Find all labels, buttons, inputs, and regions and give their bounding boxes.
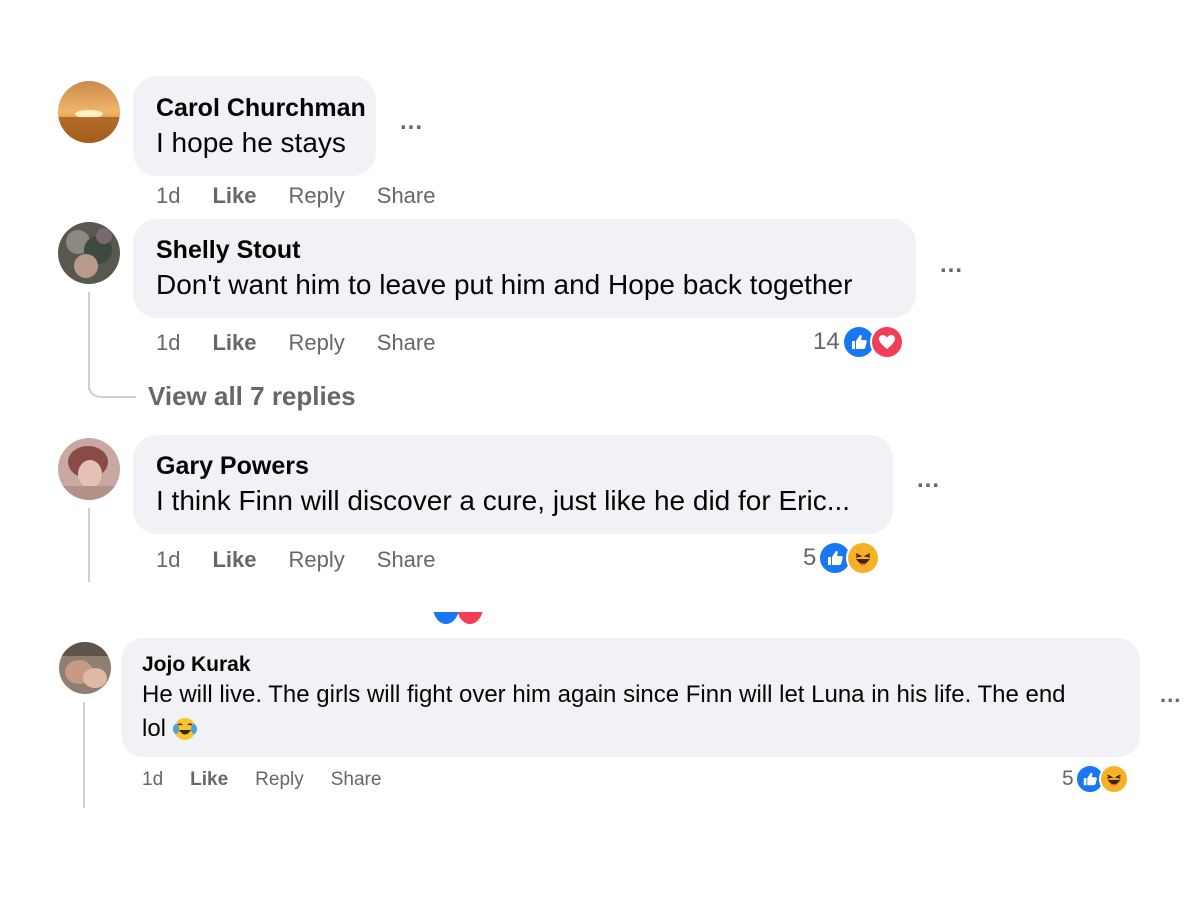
face-with-tears-of-joy-emoji (172, 716, 198, 742)
love-icon (869, 325, 904, 359)
comment-timestamp[interactable]: 1d (156, 547, 180, 573)
more-options-button[interactable]: ... (917, 466, 940, 494)
reply-button[interactable]: Reply (289, 183, 345, 209)
reply-thread-line (83, 702, 85, 808)
like-button[interactable]: Like (212, 330, 256, 356)
reaction-count: 5 (1062, 767, 1074, 790)
reply-thread-curve (88, 370, 136, 398)
more-options-button[interactable]: ... (940, 251, 963, 279)
share-button[interactable]: Share (377, 330, 436, 356)
haha-icon (1098, 764, 1129, 794)
comment-timestamp[interactable]: 1d (156, 330, 180, 356)
comment-actions: 1d Like Reply Share (156, 330, 435, 356)
comment-text: I hope he stays (156, 127, 346, 158)
more-options-button[interactable]: ... (400, 108, 423, 136)
comment-author[interactable]: Gary Powers (156, 452, 309, 481)
comment-bubble (133, 76, 376, 176)
like-button[interactable]: Like (212, 183, 256, 209)
like-button[interactable]: Like (190, 769, 228, 791)
share-button[interactable]: Share (377, 183, 436, 209)
comment-text: Don't want him to leave put him and Hope… (156, 269, 853, 300)
reply-button[interactable]: Reply (289, 547, 345, 573)
avatar[interactable] (59, 642, 111, 694)
comment-actions: 1d Like Reply Share (156, 183, 435, 209)
reaction-summary[interactable]: 5 (1062, 764, 1129, 794)
person-photo-avatar (59, 642, 111, 694)
reply-thread-line (88, 508, 90, 582)
person-photo-avatar (58, 438, 120, 500)
comment-text-line-2: lol (142, 715, 198, 743)
avatar[interactable] (58, 438, 120, 500)
avatar[interactable] (58, 222, 120, 284)
sunset-photo-avatar (58, 81, 120, 143)
comment-text-line-1: He will live. The girls will fight over … (142, 681, 1066, 708)
like-button[interactable]: Like (212, 547, 256, 573)
person-photo-avatar (58, 222, 120, 284)
reaction-count: 14 (813, 328, 840, 355)
comment-timestamp[interactable]: 1d (142, 769, 163, 791)
comment-author[interactable]: Jojo Kurak (142, 653, 251, 677)
reaction-summary[interactable]: 14 (813, 325, 904, 359)
share-button[interactable]: Share (331, 769, 382, 791)
more-options-button[interactable]: ... (1160, 682, 1181, 708)
comment-text: lol (142, 715, 167, 742)
comment-timestamp[interactable]: 1d (156, 183, 180, 209)
comment-text: I think Finn will discover a cure, just … (156, 485, 851, 516)
comment-author[interactable]: Shelly Stout (156, 236, 300, 265)
cropped-reaction-icons (433, 612, 485, 626)
comment-actions: 1d Like Reply Share (156, 547, 435, 573)
share-button[interactable]: Share (377, 547, 436, 573)
reply-button[interactable]: Reply (255, 769, 304, 791)
reaction-summary[interactable]: 5 (803, 541, 881, 575)
comment-actions: 1d Like Reply Share (142, 769, 381, 791)
view-all-replies-link[interactable]: View all 7 replies (148, 381, 356, 412)
haha-icon (846, 541, 881, 575)
comment-author[interactable]: Carol Churchman (156, 94, 366, 123)
reply-button[interactable]: Reply (289, 330, 345, 356)
avatar[interactable] (58, 81, 120, 143)
reaction-count: 5 (803, 544, 817, 571)
